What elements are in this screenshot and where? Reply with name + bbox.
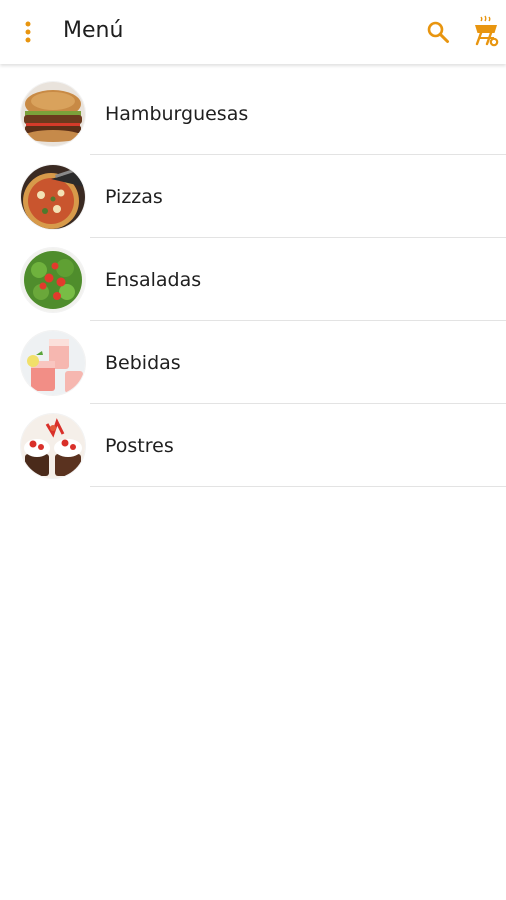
divider <box>90 486 506 487</box>
category-item-pizzas[interactable]: Pizzas <box>0 155 506 238</box>
category-label: Hamburguesas <box>105 103 249 125</box>
category-label: Ensaladas <box>105 269 202 291</box>
category-item-postres[interactable]: Postres <box>0 404 506 487</box>
search-icon <box>427 21 449 43</box>
grill-cart-icon <box>475 15 499 47</box>
drinks-photo <box>21 331 85 395</box>
more-options-button[interactable] <box>16 18 40 46</box>
app-bar: Menú <box>0 0 506 64</box>
hamburger-photo <box>21 82 85 146</box>
cart-button[interactable] <box>471 14 501 48</box>
category-list: Hamburguesas Pizzas Ensaladas Bebidas Po… <box>0 72 506 487</box>
category-label: Postres <box>105 435 174 457</box>
more-vertical-icon <box>25 21 31 43</box>
category-item-bebidas[interactable]: Bebidas <box>0 321 506 404</box>
category-item-hamburguesas[interactable]: Hamburguesas <box>0 72 506 155</box>
pizza-photo <box>21 165 85 229</box>
category-label: Pizzas <box>105 186 163 208</box>
category-label: Bebidas <box>105 352 181 374</box>
page-title: Menú <box>63 18 124 43</box>
category-item-ensaladas[interactable]: Ensaladas <box>0 238 506 321</box>
search-button[interactable] <box>424 18 452 46</box>
salad-photo <box>21 248 85 312</box>
dessert-photo <box>21 414 85 478</box>
